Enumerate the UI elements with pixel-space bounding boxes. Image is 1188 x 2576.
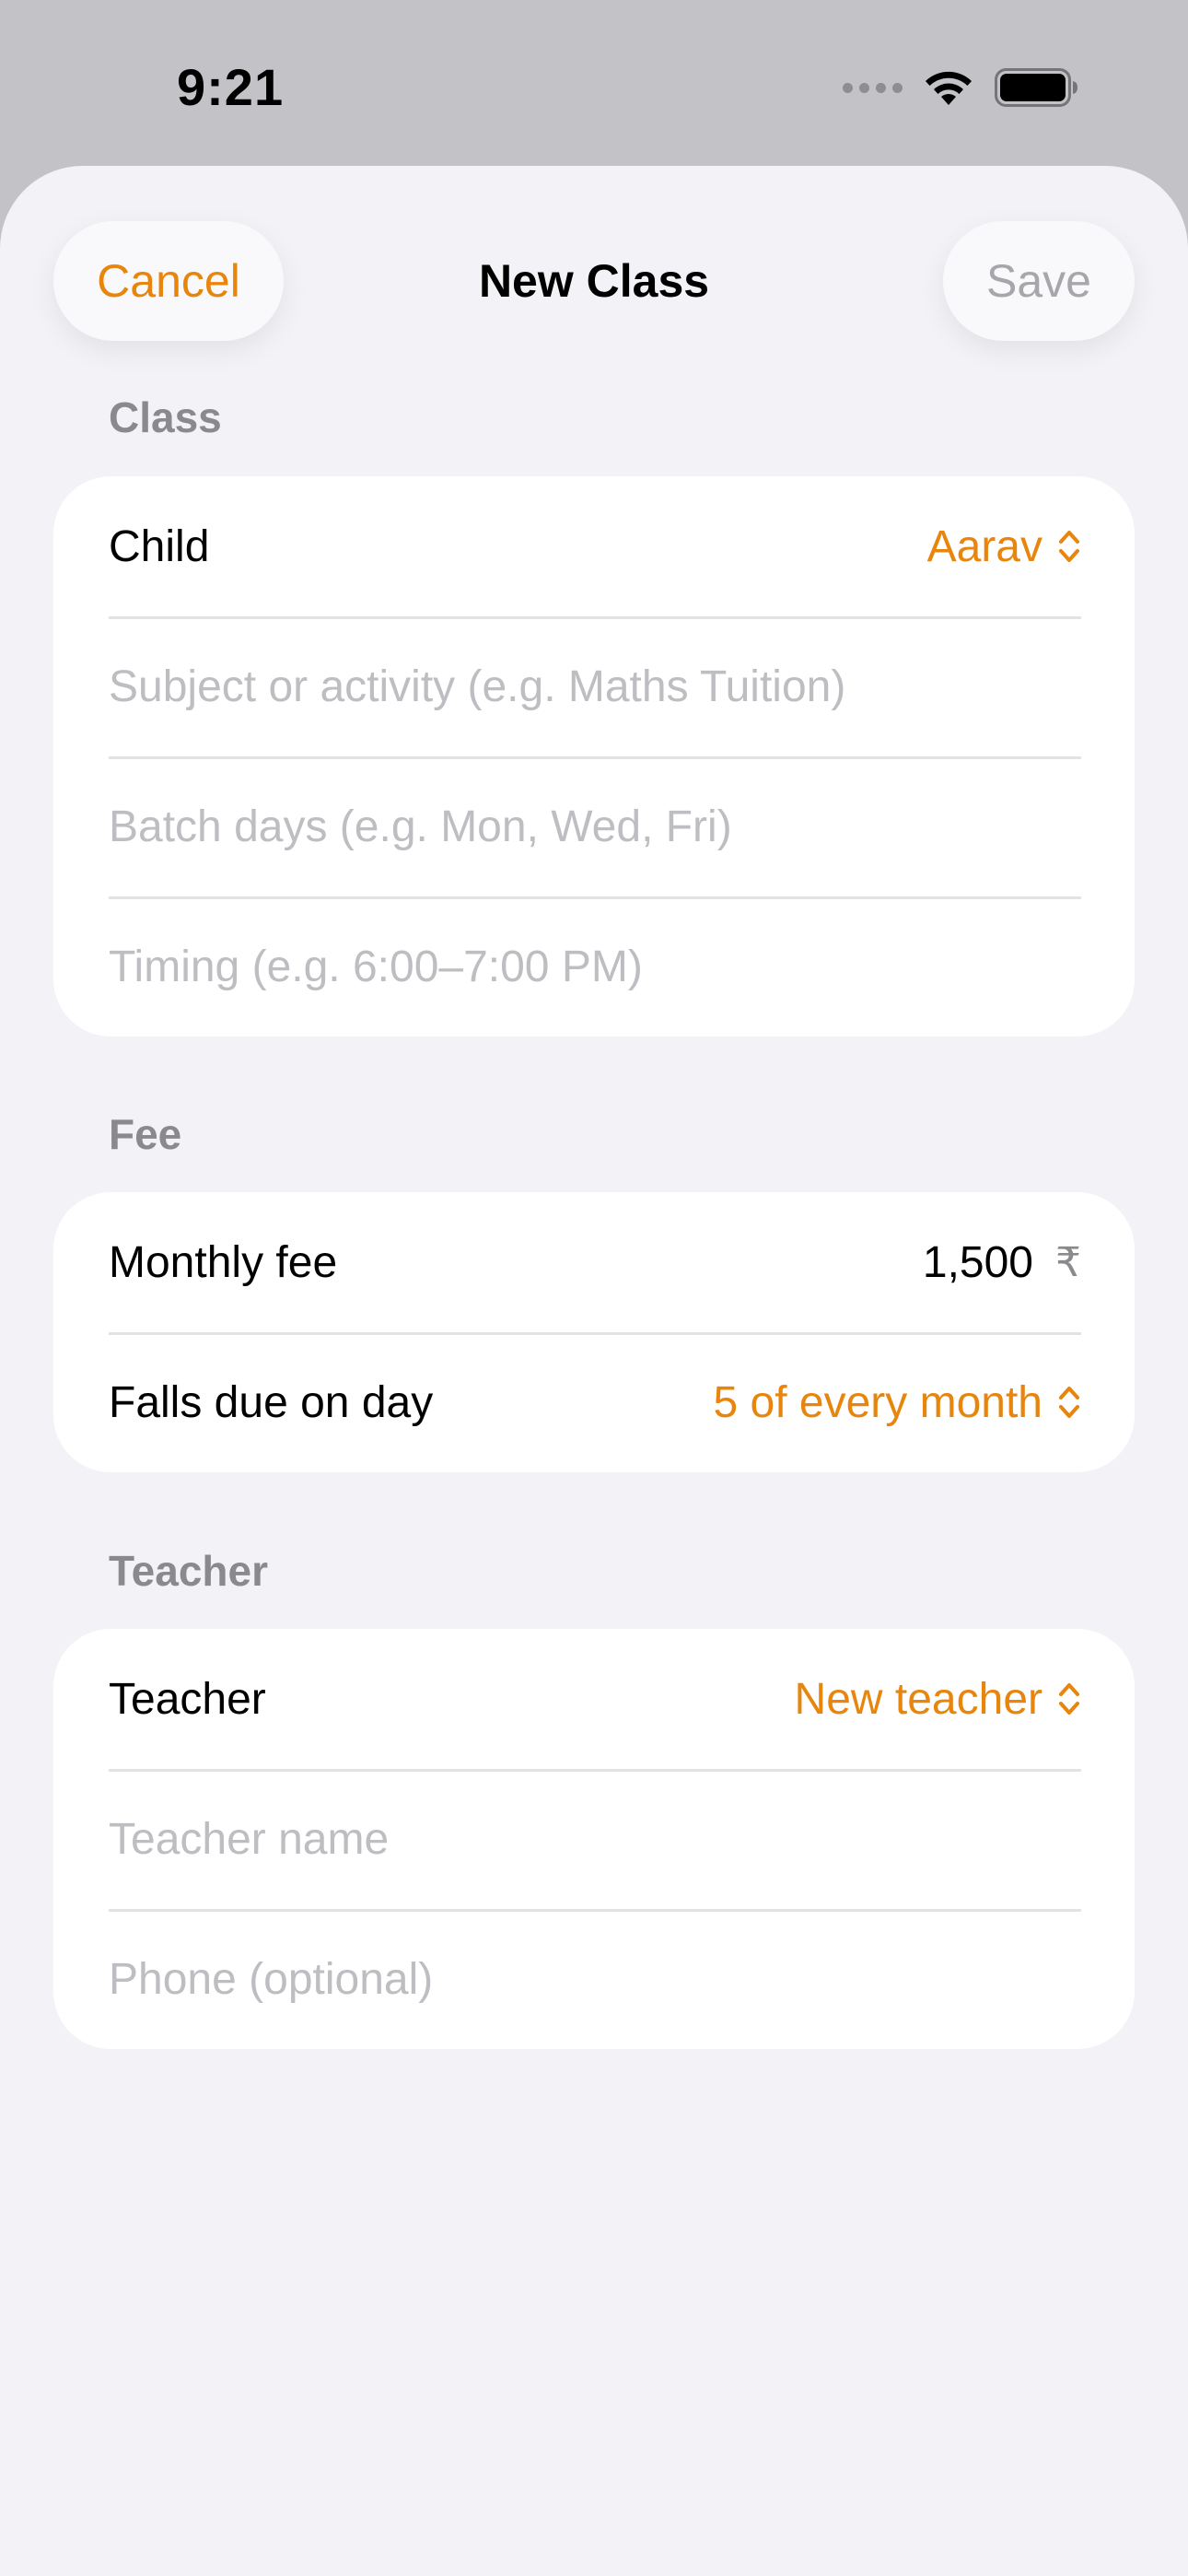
class-group: Child Aarav Subject or activity (e.g. Ma… [53,476,1135,1036]
cellular-signal-icon [843,82,903,93]
child-label: Child [109,521,210,571]
due-day-label: Falls due on day [109,1377,434,1427]
child-picker[interactable]: Aarav [927,521,1081,572]
rupee-icon: ₹ [1055,1239,1081,1285]
monthly-fee-label: Monthly fee [109,1237,338,1287]
child-value: Aarav [926,521,1042,571]
due-day-picker[interactable]: 5 of every month [713,1377,1081,1428]
batch-days-placeholder: Batch days (e.g. Mon, Wed, Fri) [109,802,732,851]
teacher-value: New teacher [794,1674,1042,1724]
timing-placeholder: Timing (e.g. 6:00–7:00 PM) [109,942,643,991]
new-class-sheet: Cancel New Class Save Class Child Aarav … [0,166,1188,2576]
wifi-icon [926,71,972,105]
chevron-up-down-icon [1059,531,1079,562]
chevron-up-down-icon [1059,1683,1079,1715]
due-day-value: 5 of every month [713,1377,1042,1427]
save-button[interactable]: Save [943,221,1135,341]
teacher-label: Teacher [109,1674,266,1724]
teacher-picker[interactable]: New teacher [795,1674,1081,1725]
cancel-button[interactable]: Cancel [53,221,284,341]
teacher-phone-placeholder: Phone (optional) [109,1954,434,2004]
monthly-fee-value: 1,500 [922,1237,1033,1287]
section-header-class: Class [109,393,222,441]
chevron-up-down-icon [1059,1387,1079,1418]
status-bar: 9:21 [0,0,1188,166]
section-header-fee: Fee [109,1110,182,1158]
monthly-fee-row[interactable]: Monthly fee 1,500 ₹ [53,1192,1135,1332]
section-header-teacher: Teacher [109,1547,269,1595]
status-time: 9:21 [177,58,285,116]
teacher-group: Teacher New teacher Teacher name Phone (… [53,1629,1135,2049]
timing-field[interactable]: Timing (e.g. 6:00–7:00 PM) [53,896,1135,1036]
teacher-name-placeholder: Teacher name [109,1814,390,1864]
battery-icon [995,68,1077,107]
batch-days-field[interactable]: Batch days (e.g. Mon, Wed, Fri) [53,756,1135,896]
child-picker-row[interactable]: Child Aarav [53,476,1135,616]
teacher-picker-row[interactable]: Teacher New teacher [53,1629,1135,1769]
due-day-picker-row[interactable]: Falls due on day 5 of every month [53,1332,1135,1472]
teacher-name-field[interactable]: Teacher name [53,1769,1135,1909]
subject-placeholder: Subject or activity (e.g. Maths Tuition) [109,662,846,711]
teacher-phone-field[interactable]: Phone (optional) [53,1909,1135,2049]
status-icons [843,64,1079,111]
subject-field[interactable]: Subject or activity (e.g. Maths Tuition) [53,616,1135,756]
fee-group: Monthly fee 1,500 ₹ Falls due on day 5 o… [53,1192,1135,1472]
monthly-fee-field[interactable]: 1,500 ₹ [923,1237,1081,1288]
